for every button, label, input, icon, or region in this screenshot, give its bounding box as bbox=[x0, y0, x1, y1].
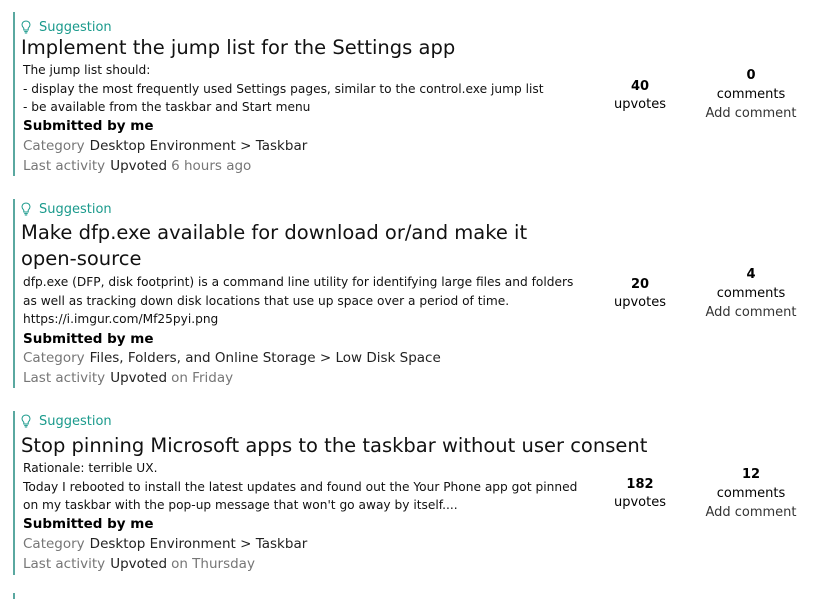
activity-value: Upvoted bbox=[110, 370, 168, 386]
item-description: The jump list should: - display the most… bbox=[23, 63, 544, 114]
feedback-list: Suggestion Implement the jump list for t… bbox=[0, 0, 828, 599]
submitted-by: Submitted by me bbox=[23, 331, 154, 347]
item-type-label: Suggestion bbox=[39, 19, 112, 35]
category-label: Category bbox=[23, 536, 85, 552]
lightbulb-icon bbox=[21, 202, 31, 216]
item-type-label: Suggestion bbox=[39, 201, 112, 217]
item-type-label: Suggestion bbox=[39, 413, 112, 429]
upvote-label: upvotes bbox=[613, 495, 666, 510]
submitted-by: Submitted by me bbox=[23, 516, 154, 532]
item-type: Suggestion bbox=[21, 200, 112, 218]
upvote-count: 20 bbox=[630, 277, 650, 292]
item-description: dfp.exe (DFP, disk footprint) is a comma… bbox=[23, 275, 574, 326]
lightbulb-icon bbox=[21, 414, 31, 428]
category-row: Category Files, Folders, and Online Stora… bbox=[23, 349, 441, 367]
item-description: Rationale: terrible UX. Today I rebooted… bbox=[23, 461, 578, 512]
activity-value: Upvoted bbox=[110, 556, 168, 572]
upvote-count: 182 bbox=[626, 477, 654, 492]
comments-block: 0 comments Add comment bbox=[695, 67, 807, 123]
category-label: Category bbox=[23, 350, 85, 366]
activity-time: 6 hours ago bbox=[171, 158, 252, 174]
activity-row: Last activity Upvoted on Friday bbox=[23, 369, 233, 387]
activity-label: Last activity bbox=[23, 370, 106, 386]
comment-count: 4 bbox=[746, 267, 756, 282]
feedback-item[interactable]: Suggestion Implement the jump list for t… bbox=[13, 12, 815, 176]
activity-row: Last activity Upvoted on Thursday bbox=[23, 555, 255, 573]
upvote-counter[interactable]: 20 upvotes bbox=[608, 276, 672, 312]
category-value: Desktop Environment > Taskbar bbox=[89, 536, 308, 552]
item-title[interactable]: Make dfp.exe available for download or/a… bbox=[21, 220, 566, 272]
category-row: Category Desktop Environment > Taskbar bbox=[23, 535, 307, 553]
feedback-item[interactable]: Suggestion Stop pinning Microsoft apps t… bbox=[13, 411, 815, 575]
submitted-by: Submitted by me bbox=[23, 118, 154, 134]
activity-label: Last activity bbox=[23, 556, 106, 572]
category-value: Desktop Environment > Taskbar bbox=[89, 138, 308, 154]
activity-value: Upvoted bbox=[110, 158, 168, 174]
category-label: Category bbox=[23, 138, 85, 154]
category-value: Files, Folders, and Online Storage > Low… bbox=[89, 350, 441, 366]
comments-block: 12 comments Add comment bbox=[695, 466, 807, 522]
activity-label: Last activity bbox=[23, 158, 106, 174]
item-type: Suggestion bbox=[21, 412, 112, 430]
next-item-border bbox=[13, 593, 15, 599]
activity-row: Last activity Upvoted 6 hours ago bbox=[23, 157, 251, 175]
add-comment-link[interactable]: Add comment bbox=[695, 503, 807, 522]
add-comment-link[interactable]: Add comment bbox=[695, 104, 807, 123]
item-title[interactable]: Stop pinning Microsoft apps to the taskb… bbox=[21, 433, 647, 459]
comments-block: 4 comments Add comment bbox=[695, 266, 807, 322]
feedback-item[interactable]: Suggestion Make dfp.exe available for do… bbox=[13, 199, 815, 388]
upvote-counter[interactable]: 40 upvotes bbox=[608, 78, 672, 114]
activity-time: on Friday bbox=[171, 370, 234, 386]
comment-count: 0 bbox=[746, 68, 756, 83]
comment-label: comments bbox=[716, 87, 786, 102]
upvote-label: upvotes bbox=[613, 97, 666, 112]
activity-time: on Thursday bbox=[171, 556, 255, 572]
item-title[interactable]: Implement the jump list for the Settings… bbox=[21, 35, 455, 61]
comment-label: comments bbox=[716, 486, 786, 501]
upvote-count: 40 bbox=[630, 79, 650, 94]
category-row: Category Desktop Environment > Taskbar bbox=[23, 137, 307, 155]
add-comment-link[interactable]: Add comment bbox=[695, 303, 807, 322]
comment-count: 12 bbox=[741, 467, 761, 482]
comment-label: comments bbox=[716, 286, 786, 301]
upvote-label: upvotes bbox=[613, 295, 666, 310]
upvote-counter[interactable]: 182 upvotes bbox=[608, 476, 672, 512]
item-type: Suggestion bbox=[21, 18, 112, 36]
lightbulb-icon bbox=[21, 20, 31, 34]
